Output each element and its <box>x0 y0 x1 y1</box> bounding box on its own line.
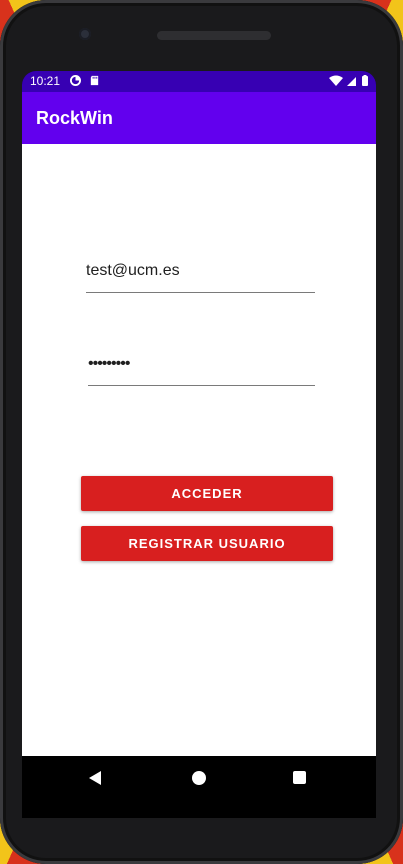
password-value: ••••••••• <box>88 355 130 372</box>
battery-icon <box>362 76 368 86</box>
cell-signal-icon <box>347 77 356 86</box>
status-right-icons <box>329 75 368 86</box>
email-field[interactable]: test@ucm.es <box>86 252 315 293</box>
navigation-bar <box>22 756 376 818</box>
home-icon[interactable] <box>192 771 206 785</box>
password-field[interactable]: ••••••••• <box>88 345 315 386</box>
status-bar: 10:21 <box>22 71 376 92</box>
app-title: RockWin <box>36 108 113 128</box>
front-camera <box>79 28 91 40</box>
back-icon[interactable] <box>88 770 102 786</box>
register-button[interactable]: REGISTRAR USUARIO <box>81 526 333 561</box>
status-time: 10:21 <box>30 74 61 88</box>
login-button[interactable]: ACCEDER <box>81 476 333 511</box>
wifi-icon <box>329 75 343 86</box>
phone-screen: 10:21 RockWin test@ucm.es ••••••••• ACCE… <box>22 71 376 818</box>
login-screen: test@ucm.es ••••••••• ACCEDER REGISTRAR … <box>22 144 376 756</box>
sd-card-icon <box>90 75 99 86</box>
recents-icon[interactable] <box>293 771 306 784</box>
earpiece-speaker <box>157 31 271 40</box>
app-bar: RockWin <box>22 92 376 144</box>
phone-frame: 10:21 RockWin test@ucm.es ••••••••• ACCE… <box>0 0 403 864</box>
data-saver-icon <box>70 75 81 86</box>
email-value: test@ucm.es <box>86 262 180 279</box>
